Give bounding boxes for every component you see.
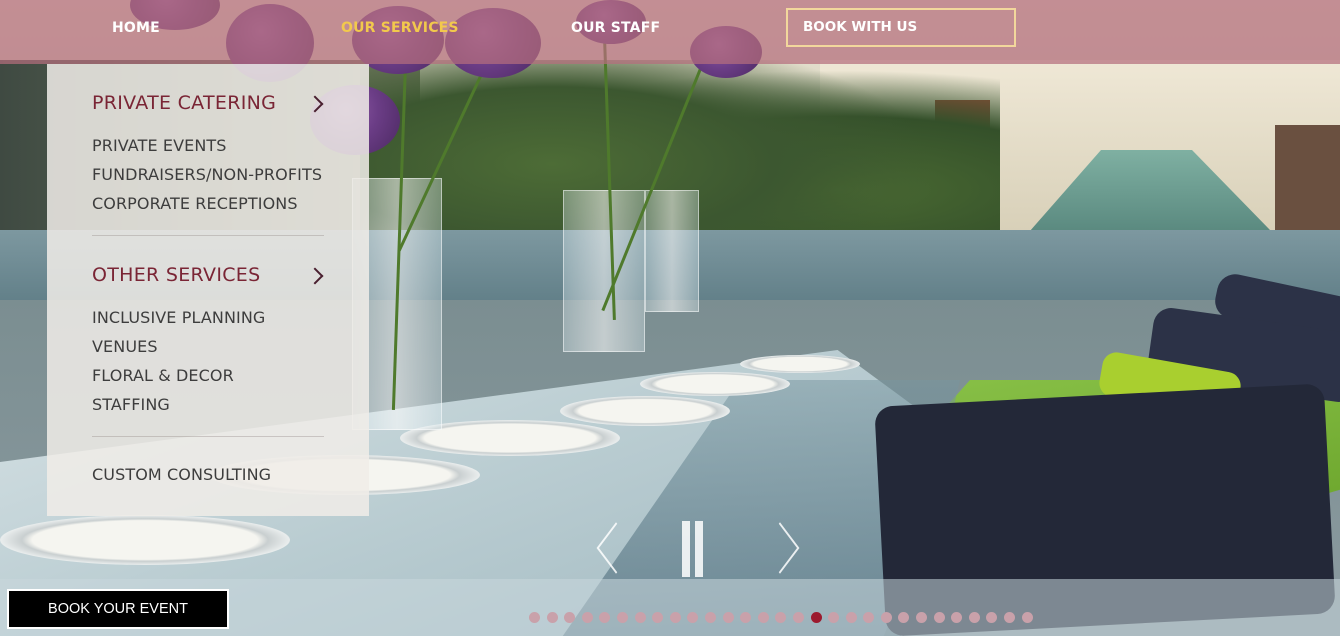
slider-dot[interactable]: [704, 612, 716, 623]
dropdown-item-staffing[interactable]: STAFFING: [92, 395, 170, 414]
plate: [0, 515, 290, 565]
slider-dot[interactable]: [968, 612, 980, 623]
slider-dot[interactable]: [669, 612, 681, 623]
slider-dot[interactable]: [916, 612, 928, 623]
slider-dot[interactable]: [564, 612, 576, 623]
slider-dot[interactable]: [546, 612, 558, 623]
slider-dot[interactable]: [933, 612, 945, 623]
nav-our-staff[interactable]: OUR STAFF: [571, 20, 660, 36]
slider-dot[interactable]: [1004, 612, 1016, 623]
dropdown-heading-private-catering[interactable]: PRIVATE CATERING: [92, 92, 276, 114]
slider-dot[interactable]: [616, 612, 628, 623]
dropdown-item-venues[interactable]: VENUES: [92, 337, 158, 356]
dropdown-heading-other-services[interactable]: OTHER SERVICES: [92, 264, 260, 286]
slider-dot[interactable]: [986, 612, 998, 623]
top-navigation-bar: HOME OUR SERVICES OUR STAFF BOOK WITH US: [0, 0, 1340, 64]
slider-dot[interactable]: [845, 612, 857, 623]
chevron-right-icon[interactable]: [306, 267, 324, 285]
dropdown-item-fundraisers[interactable]: FUNDRAISERS/NON-PROFITS: [92, 165, 322, 184]
plate: [640, 372, 790, 396]
slider-dot[interactable]: [880, 612, 892, 623]
dropdown-item-corporate-receptions[interactable]: CORPORATE RECEPTIONS: [92, 194, 298, 213]
book-with-us-button[interactable]: BOOK WITH US: [786, 8, 1016, 47]
slider-pagination-dots: [529, 612, 1039, 624]
slider-dot[interactable]: [951, 612, 963, 623]
dropdown-item-custom-consulting[interactable]: CUSTOM CONSULTING: [92, 465, 271, 484]
dropdown-item-floral-decor[interactable]: FLORAL & DECOR: [92, 366, 234, 385]
slider-dot[interactable]: [898, 612, 910, 623]
slider-dot[interactable]: [599, 612, 611, 623]
plate: [560, 396, 730, 426]
book-your-event-button[interactable]: BOOK YOUR EVENT: [7, 589, 229, 629]
dropdown-item-private-events[interactable]: PRIVATE EVENTS: [92, 136, 227, 155]
glass-vase: [645, 190, 699, 312]
slider-dot[interactable]: [810, 612, 822, 623]
slider-dot[interactable]: [775, 612, 787, 623]
dropdown-divider: [92, 436, 324, 437]
services-dropdown-menu: PRIVATE CATERING PRIVATE EVENTS FUNDRAIS…: [47, 64, 369, 516]
dropdown-item-inclusive-planning[interactable]: INCLUSIVE PLANNING: [92, 308, 265, 327]
slider-dot[interactable]: [529, 612, 540, 623]
pause-icon[interactable]: [682, 521, 704, 577]
slider-dot[interactable]: [722, 612, 734, 623]
slider-dot[interactable]: [792, 612, 804, 623]
dropdown-divider: [92, 235, 324, 236]
chevron-right-icon[interactable]: [306, 95, 324, 113]
slider-dot[interactable]: [581, 612, 593, 623]
plate: [740, 355, 860, 373]
slider-dot[interactable]: [687, 612, 699, 623]
slider-dot[interactable]: [652, 612, 664, 623]
slider-dot[interactable]: [757, 612, 769, 623]
slider-dot[interactable]: [634, 612, 646, 623]
glass-vase: [563, 190, 645, 352]
slider-dot[interactable]: [1021, 612, 1033, 623]
slider-dot[interactable]: [740, 612, 752, 623]
slider-dot[interactable]: [863, 612, 875, 623]
nav-our-services[interactable]: OUR SERVICES: [341, 20, 459, 36]
slider-dot[interactable]: [828, 612, 840, 623]
nav-home[interactable]: HOME: [112, 20, 160, 36]
